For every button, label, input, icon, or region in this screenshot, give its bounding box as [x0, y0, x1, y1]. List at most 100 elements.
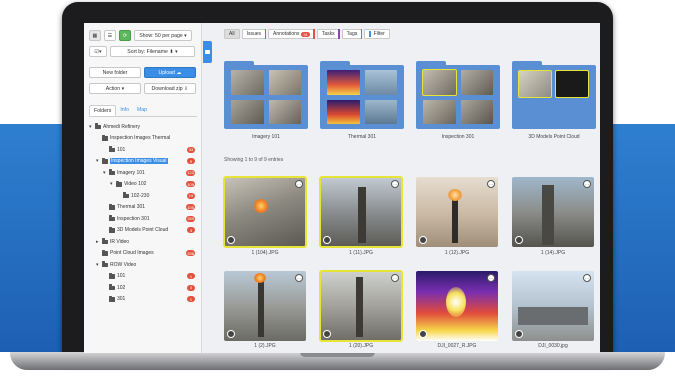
- folder-icon: [95, 123, 101, 129]
- stage: ▦ ☰ ⟳ Show: 50 per page ▾ ☑▾ Sort by: Fi…: [0, 0, 675, 382]
- more-options-icon[interactable]: ···: [391, 180, 399, 188]
- tree-node-label: Inspection Images Thermal: [110, 135, 171, 142]
- image-thumbnail[interactable]: ···: [416, 271, 498, 341]
- folder-icon: [109, 215, 115, 221]
- folder-icon: [109, 272, 115, 279]
- count-badge: 109: [186, 181, 195, 188]
- tree-node-label: Video 102: [124, 181, 147, 188]
- tree-node[interactable]: Point Cloud Images 536: [89, 248, 199, 260]
- more-options-icon[interactable]: ···: [487, 180, 495, 188]
- image-thumbnail[interactable]: ···: [512, 177, 594, 247]
- tree-node[interactable]: Inspection 301 269: [89, 213, 199, 225]
- folder-icon: [109, 284, 115, 290]
- tree-node[interactable]: 102-230 19: [89, 190, 199, 202]
- more-options-icon[interactable]: ···: [295, 180, 303, 188]
- filter-icon: [369, 31, 371, 37]
- filter-all-label: All: [229, 31, 235, 37]
- folder-name: Inspection 301: [441, 134, 475, 140]
- image-thumbnail[interactable]: ···: [224, 271, 306, 341]
- tree-node[interactable]: Thermal 301 105: [89, 202, 199, 214]
- filter-issues[interactable]: Issues: [241, 29, 267, 39]
- more-options-icon[interactable]: ···: [295, 274, 303, 282]
- image-thumbnail[interactable]: ···: [416, 177, 498, 247]
- tree-node[interactable]: 3D Models Point Cloud 3: [89, 225, 199, 237]
- tree-node[interactable]: ▸ IR Video: [89, 236, 199, 248]
- folder-thumbnail: [364, 70, 397, 95]
- image-thumbnail[interactable]: ···: [319, 270, 403, 342]
- view-icon[interactable]: [227, 330, 235, 338]
- view-icon[interactable]: [419, 236, 427, 244]
- filter-tags[interactable]: Tags: [341, 29, 363, 39]
- more-options-icon[interactable]: ···: [487, 274, 495, 282]
- view-icon[interactable]: [323, 330, 331, 338]
- upload-button[interactable]: Upload ☁: [144, 67, 196, 78]
- filter-tags-label: Tags: [346, 31, 358, 37]
- sort-select[interactable]: Sort by: Filename ⬍ ▾: [110, 46, 195, 57]
- filter-issues-label: Issues: [246, 31, 262, 37]
- more-options-icon[interactable]: ···: [583, 274, 591, 282]
- view-icon[interactable]: [323, 236, 331, 244]
- image-thumbnail[interactable]: ···: [512, 271, 594, 341]
- tree-node[interactable]: 102 3: [89, 282, 199, 294]
- left-tabs: Folders Info Map: [89, 105, 197, 117]
- image-thumbnail[interactable]: ···: [319, 176, 403, 248]
- count-badge: 536: [186, 250, 195, 257]
- tree-node[interactable]: ▾ Imagery 101 123: [89, 167, 199, 179]
- download-zip-button[interactable]: Download zip ⇩: [144, 83, 196, 94]
- tree-node[interactable]: 101 33: [89, 144, 199, 156]
- folder-thumbnail: [268, 70, 301, 95]
- tree-node-label: 3D Models Point Cloud: [117, 227, 169, 234]
- folder-thumbnail: [268, 99, 301, 124]
- folder-card-imagery[interactable]: [224, 61, 308, 129]
- tab-folders[interactable]: Folders: [89, 105, 117, 116]
- filter-annotations[interactable]: Annotations 91: [268, 29, 315, 39]
- select-all-checkbox[interactable]: ☑▾: [89, 46, 107, 57]
- collapse-panel-button[interactable]: [203, 41, 212, 63]
- action-button[interactable]: Action ▾: [89, 83, 141, 94]
- list-view-button[interactable]: ☰: [104, 30, 116, 41]
- folder-card-inspection[interactable]: [416, 61, 500, 129]
- tree-node-label: Inspection 301: [117, 215, 150, 222]
- more-options-icon[interactable]: ···: [583, 180, 591, 188]
- tree-node-label: 102: [117, 284, 126, 291]
- folder-thumbnail: [518, 70, 552, 98]
- tree-node[interactable]: 301 1: [89, 294, 199, 306]
- app-screen: ▦ ☰ ⟳ Show: 50 per page ▾ ☑▾ Sort by: Fi…: [84, 23, 600, 353]
- count-badge: 3: [187, 284, 195, 291]
- tree-node[interactable]: ▾ Ahmedi Refinery: [89, 121, 199, 133]
- refresh-button[interactable]: ⟳: [119, 30, 131, 41]
- view-icon[interactable]: [419, 330, 427, 338]
- folder-icon: [102, 261, 108, 267]
- image-thumbnail[interactable]: ···: [223, 176, 307, 248]
- more-options-icon[interactable]: ···: [391, 274, 399, 282]
- tree-node[interactable]: ▾ Inspection Images Visual 9: [89, 156, 199, 168]
- new-folder-button[interactable]: New folder: [89, 67, 141, 78]
- image-name: 1 (104).JPG: [251, 250, 279, 256]
- filter-all[interactable]: All: [224, 29, 240, 39]
- tree-node[interactable]: ▾ Video 102 109: [89, 179, 199, 191]
- filter-tasks[interactable]: Tasks: [316, 29, 340, 39]
- image-name: 1 (12).JPG: [444, 250, 470, 256]
- filter-tasks-label: Tasks: [321, 31, 335, 37]
- per-page-select[interactable]: Show: 50 per page ▾: [134, 30, 192, 41]
- grid-view-button[interactable]: ▦: [89, 30, 101, 41]
- view-icon[interactable]: [515, 236, 523, 244]
- tab-map[interactable]: Map: [133, 105, 151, 116]
- view-icon[interactable]: [515, 330, 523, 338]
- tree-node[interactable]: ▾ ROW Video: [89, 259, 199, 271]
- folder-thumbnail: [364, 99, 397, 124]
- tree-node[interactable]: Inspection Images Thermal: [89, 133, 199, 145]
- folder-card-thermal[interactable]: [320, 61, 404, 129]
- folder-thumbnail: [327, 70, 360, 95]
- filter-annotations-label: Annotations: [273, 31, 300, 37]
- tab-info[interactable]: Info: [116, 105, 133, 116]
- folder-card-3d-models[interactable]: [512, 61, 596, 129]
- left-panel: ▦ ☰ ⟳ Show: 50 per page ▾ ☑▾ Sort by: Fi…: [84, 23, 202, 353]
- annotations-count-badge: 91: [301, 31, 310, 37]
- tree-node[interactable]: 101 1: [89, 271, 199, 283]
- view-icon[interactable]: [227, 236, 235, 244]
- folder-icon: [102, 249, 108, 256]
- filter-button[interactable]: Filter: [364, 29, 390, 39]
- folder-thumbnail: [327, 99, 360, 124]
- folder-icon: [116, 180, 122, 187]
